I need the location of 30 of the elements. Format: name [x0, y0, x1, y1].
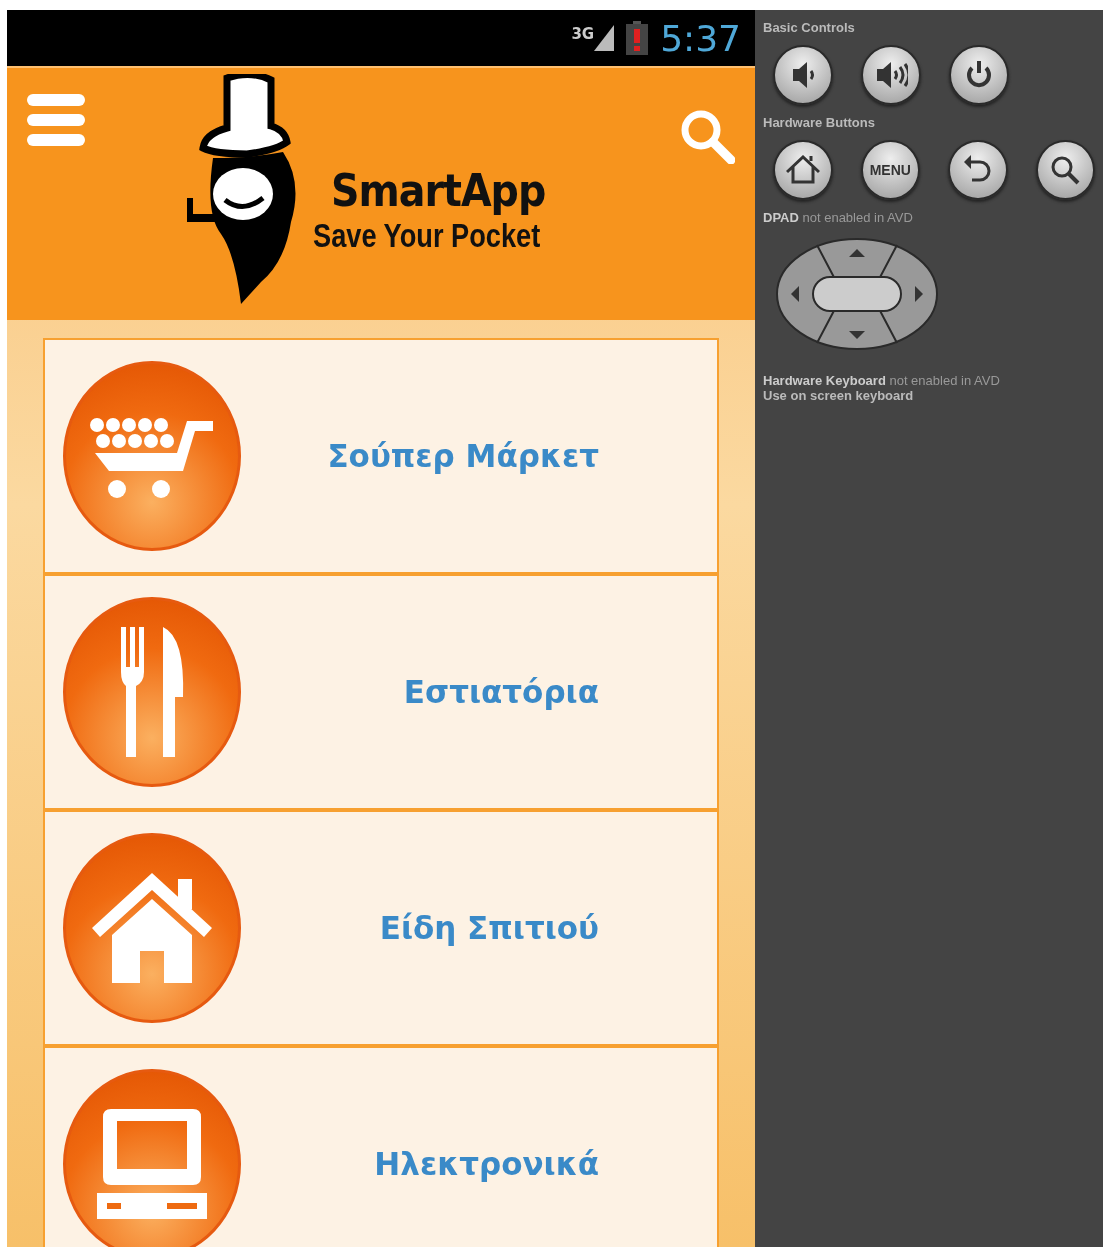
- volume-down-button[interactable]: [773, 45, 833, 105]
- logo-title: SmartApp: [331, 165, 547, 216]
- network-type: 3G: [571, 25, 595, 43]
- signal-icon: [594, 25, 615, 51]
- battery-icon: [626, 21, 649, 55]
- computer-icon: [97, 1109, 207, 1219]
- category-label: Εστιατόρια: [403, 674, 599, 710]
- search-button[interactable]: [1035, 140, 1095, 200]
- section-title: Basic Controls: [763, 20, 856, 35]
- home-button[interactable]: [773, 140, 833, 200]
- category-card[interactable]: Σούπερ Μάρκετ: [45, 340, 717, 572]
- keyboard-hint: Use on screen keyboard: [763, 388, 915, 403]
- menu-button[interactable]: MENU: [860, 140, 920, 200]
- category-label: Είδη Σπιτιού: [379, 910, 599, 946]
- category-label: Ηλεκτρονικά: [374, 1146, 599, 1182]
- power-button[interactable]: [949, 45, 1009, 105]
- house-icon: [92, 873, 212, 983]
- category-card[interactable]: Εστιατόρια: [45, 576, 717, 808]
- clock-time: 5:37: [660, 17, 741, 59]
- dpad-note: DPAD not enabled in AVD: [763, 210, 914, 225]
- section-title: Hardware Buttons: [763, 115, 876, 130]
- back-button[interactable]: [948, 140, 1008, 200]
- home-icon: [785, 155, 820, 185]
- logo-tagline: Save Your Pocket: [313, 216, 541, 255]
- category-label: Σούπερ Μάρκετ: [327, 438, 599, 474]
- volume-up-icon: [874, 60, 908, 90]
- volume-up-button[interactable]: [861, 45, 921, 105]
- keyboard-note: Hardware Keyboard not enabled in AVD: [763, 373, 1001, 388]
- category-card[interactable]: Ηλεκτρονικά: [45, 1048, 717, 1247]
- category-card[interactable]: Είδη Σπιτιού: [45, 812, 717, 1044]
